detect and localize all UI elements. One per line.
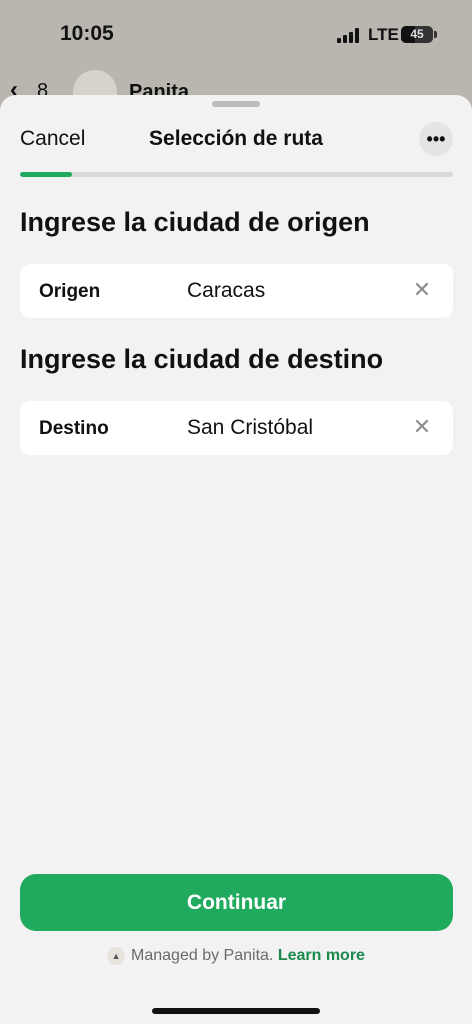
- battery-icon: 45: [401, 26, 433, 43]
- sheet-header: Cancel Selección de ruta •••: [0, 115, 472, 163]
- close-icon: ✕: [412, 414, 432, 439]
- status-bar: 10:05 LTE 45: [0, 0, 472, 70]
- destination-heading: Ingrese la ciudad de destino: [20, 344, 384, 374]
- network-type: LTE: [368, 25, 399, 44]
- continue-button[interactable]: Continuar: [20, 874, 453, 931]
- battery-tip: [434, 31, 437, 38]
- ellipsis-icon: •••: [426, 129, 446, 149]
- progress-bar: [20, 172, 453, 177]
- destination-field: Destino ✕: [20, 401, 453, 455]
- origin-input[interactable]: [187, 274, 397, 308]
- origin-label: Origen: [39, 281, 101, 302]
- battery-percent: 45: [410, 27, 424, 41]
- status-time: 10:05: [60, 22, 114, 45]
- clear-destination-button[interactable]: ✕: [409, 414, 435, 440]
- sheet-grabber[interactable]: [212, 101, 260, 107]
- cellular-signal-icon: [337, 28, 361, 43]
- origin-heading: Ingrese la ciudad de origen: [20, 207, 370, 237]
- more-options-button[interactable]: •••: [419, 122, 453, 156]
- clear-origin-button[interactable]: ✕: [409, 277, 435, 303]
- destination-input[interactable]: [187, 411, 397, 445]
- managed-by-footer: ▲ Managed by Panita. Learn more: [0, 947, 472, 965]
- route-selection-sheet: Cancel Selección de ruta ••• Ingrese la …: [0, 95, 472, 1024]
- origin-field: Origen ✕: [20, 264, 453, 318]
- sheet-title: Selección de ruta: [149, 127, 323, 150]
- panita-logo-icon: ▲: [107, 947, 126, 965]
- learn-more-link[interactable]: Learn more: [278, 947, 365, 964]
- destination-label: Destino: [39, 418, 109, 439]
- home-indicator[interactable]: [152, 1008, 320, 1014]
- progress-fill: [20, 172, 72, 177]
- close-icon: ✕: [412, 277, 432, 302]
- managed-by-text: Managed by Panita.: [131, 947, 274, 965]
